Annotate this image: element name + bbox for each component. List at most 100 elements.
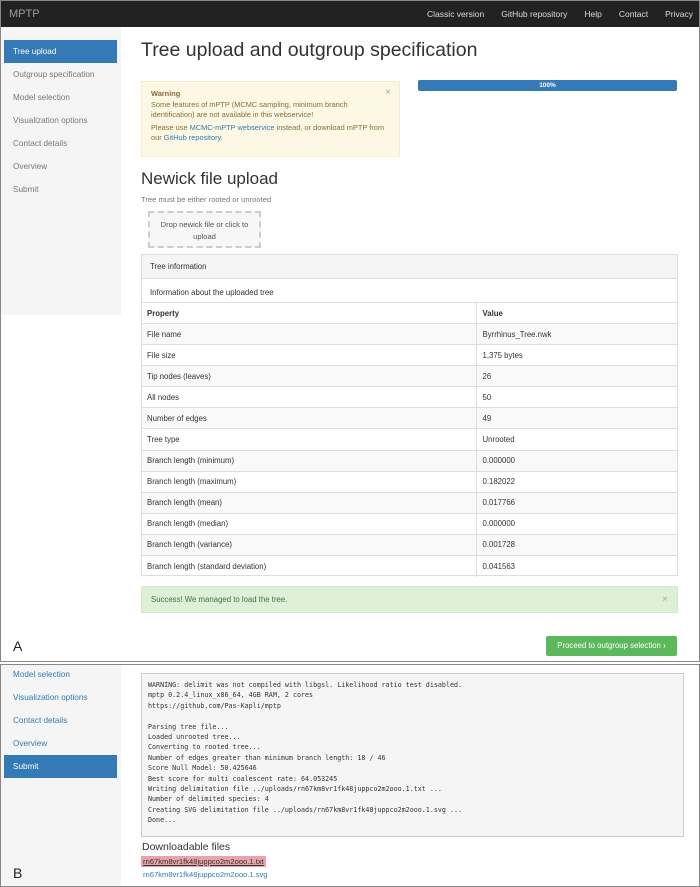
sidebar-item-model-selection[interactable]: Model selection: [1, 86, 121, 109]
property-cell: Branch length (standard deviation): [142, 555, 476, 577]
console-line: Parsing tree file...: [148, 722, 229, 731]
console-line: Creating SVG delimitation file ../upload…: [148, 805, 463, 814]
table-header-row: Property Value: [142, 302, 677, 324]
console-line: Writing delimitation file ../uploads/rn6…: [148, 784, 442, 793]
download-link-txt[interactable]: rn67km8vr1fk48juppco2m2ooo.1.txt: [141, 856, 266, 867]
close-icon[interactable]: ×: [662, 587, 668, 612]
property-cell: Branch length (variance): [142, 533, 476, 556]
warning-text: Some features of mPTP (MCMC sampling, mi…: [151, 99, 348, 120]
tree-info-heading: Tree information: [142, 255, 677, 279]
sidebar-item-overview[interactable]: Overview: [1, 155, 121, 178]
newick-dropzone[interactable]: Drop newick file or click to upload: [148, 211, 261, 248]
console-line: mptp 0.2.4_linux_x86_64, 4GB RAM, 2 core…: [148, 691, 314, 700]
brand-logo[interactable]: MPTP: [9, 8, 40, 20]
page-title: Tree upload and outgroup specification: [141, 39, 478, 61]
upload-progress-bar: 100%: [418, 80, 677, 91]
console-line: Score Null Model: 50.425646: [148, 764, 257, 773]
help-text: Tree must be either rooted or unrooted: [141, 195, 272, 204]
nav-github-repository[interactable]: GitHub repository: [501, 9, 567, 19]
property-cell: File size: [142, 344, 476, 366]
table-body: File name Byrrhinus_Tree.nwk File size 1,37…: [142, 322, 677, 577]
sidebar-item-contact-details[interactable]: Contact details: [1, 709, 121, 732]
proceed-button[interactable]: Proceed to outgroup selection ›: [546, 636, 677, 656]
nav-help[interactable]: Help: [584, 9, 601, 19]
sidebar-item-outgroup-specification[interactable]: Outgroup specification: [1, 63, 121, 86]
value-cell: 0.017766: [475, 491, 677, 514]
value-cell: 1,375 bytes: [475, 344, 677, 366]
sidebar: Tree upload Outgroup specification Model…: [1, 27, 121, 315]
success-alert: Success! We managed to load the tree. ×: [141, 586, 678, 613]
value-cell: 50: [475, 386, 677, 408]
panel-b: Model selection Visualization options Co…: [0, 664, 700, 887]
property-cell: Branch length (median): [142, 512, 476, 535]
sidebar-item-submit[interactable]: Submit: [1, 178, 121, 201]
warning-suffix: .: [220, 133, 223, 142]
property-cell: Branch length (mean): [142, 491, 476, 514]
column-header-value: Value: [475, 302, 677, 324]
console-line: WARNING: delimit was not compiled with l…: [148, 681, 463, 689]
sidebar-item-visualization-options[interactable]: Visualization options: [1, 109, 121, 132]
sidebar-item-model-selection[interactable]: Model selection: [1, 665, 121, 686]
console-line: Best score for multi coalescent rate: 64…: [148, 774, 338, 783]
chevron-right-icon: ›: [663, 641, 666, 650]
table-row: Branch length (median) 0.000000: [142, 512, 677, 535]
table-row: All nodes 50: [142, 386, 677, 408]
close-icon[interactable]: ×: [385, 87, 391, 99]
github-repository-link[interactable]: GitHub repository: [164, 133, 221, 142]
console-line: Number of edges greater than minimum bra…: [148, 753, 386, 762]
nav-links: Classic version GitHub repository Help C…: [410, 1, 693, 27]
panel-a: MPTP Classic version GitHub repository H…: [0, 0, 700, 662]
warning-alert: × Warning Some features of mPTP (MCMC sa…: [141, 81, 400, 157]
mcmc-mptp-link[interactable]: MCMC-mPTP webservice: [190, 123, 275, 132]
warning-title: Warning: [151, 89, 181, 98]
nav-classic-version[interactable]: Classic version: [427, 9, 484, 19]
property-cell: Tree type: [142, 428, 476, 451]
proceed-label: Proceed to outgroup selection: [557, 641, 661, 650]
value-cell: 49: [475, 407, 677, 429]
sidebar: Model selection Visualization options Co…: [1, 665, 121, 886]
table-row: Branch length (maximum) 0.182022: [142, 470, 677, 493]
property-cell: File name: [142, 322, 476, 345]
console-line: Number of delimited species: 4: [148, 795, 269, 804]
table-row: Branch length (standard deviation) 0.0415…: [142, 555, 677, 577]
console-line: Done...: [148, 816, 177, 825]
sidebar-item-visualization-options[interactable]: Visualization options: [1, 686, 121, 709]
value-cell: 0.000000: [475, 512, 677, 535]
value-cell: 26: [475, 365, 677, 387]
panel-label-a: A: [13, 638, 23, 654]
table-row: Tree type Unrooted: [142, 428, 677, 451]
console-line: Loaded unrooted tree...: [148, 732, 241, 741]
warning-links-text: Please use MCMC-mPTP webservice instead,…: [151, 123, 390, 144]
nav-privacy[interactable]: Privacy: [665, 9, 693, 19]
success-text: Success! We managed to load the tree.: [151, 595, 288, 604]
warning-prefix: Please use: [151, 122, 190, 132]
sidebar-item-tree-upload[interactable]: Tree upload: [4, 40, 117, 63]
table-row: Tip nodes (leaves) 26: [142, 365, 677, 387]
sidebar-item-submit[interactable]: Submit: [4, 755, 117, 778]
sidebar-item-overview[interactable]: Overview: [1, 732, 121, 755]
console-line: Converting to rooted tree...: [148, 743, 261, 752]
value-cell: Byrrhinus_Tree.nwk: [475, 322, 677, 345]
property-cell: All nodes: [142, 386, 476, 408]
download-link-txt-label: rn67km8vr1fk48juppco2m2ooo.1.txt: [143, 857, 264, 866]
section-title: Newick file upload: [141, 169, 279, 188]
sidebar-item-contact-details[interactable]: Contact details: [1, 132, 121, 155]
value-cell: 0.000000: [475, 449, 677, 472]
tree-information-panel: Tree information Information about the u…: [141, 254, 678, 577]
console-output: WARNING: delimit was not compiled with l…: [141, 673, 684, 837]
table-row: Branch length (variance) 0.001728: [142, 533, 677, 556]
nav-contact[interactable]: Contact: [619, 9, 648, 19]
download-link-svg[interactable]: rn67km8vr1fk48juppco2m2ooo.1.svg: [143, 870, 268, 879]
property-cell: Branch length (minimum): [142, 449, 476, 472]
table-row: Branch length (minimum) 0.000000: [142, 449, 677, 472]
property-cell: Number of edges: [142, 407, 476, 429]
panel-label-b: B: [13, 865, 23, 881]
value-cell: 0.001728: [475, 533, 677, 556]
top-navbar: MPTP Classic version GitHub repository H…: [1, 1, 699, 27]
table-row: Branch length (mean) 0.017766: [142, 491, 677, 514]
value-cell: Unrooted: [475, 428, 677, 451]
column-header-property: Property: [142, 302, 476, 324]
property-cell: Tip nodes (leaves): [142, 365, 476, 387]
console-line: https://github.com/Pas-Kapli/mptp: [148, 701, 281, 710]
